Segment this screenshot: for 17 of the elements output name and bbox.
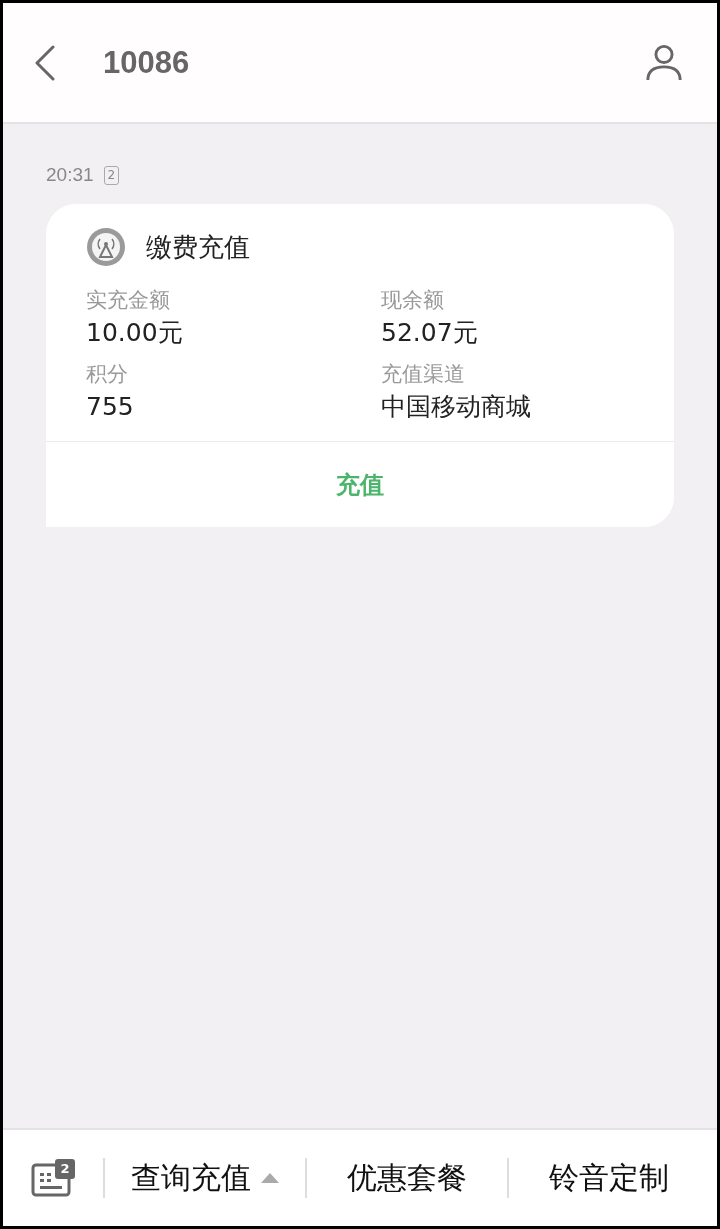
field-value: 755: [86, 391, 135, 423]
sim-badge: 2: [103, 165, 120, 185]
card-title: 缴费充值: [146, 230, 250, 264]
message-time: 20:31: [46, 164, 94, 186]
field-value: 中国移动商城: [381, 391, 532, 423]
field-label: 实充金额: [86, 287, 171, 314]
field-label: 积分: [86, 361, 129, 388]
back-icon[interactable]: [33, 44, 57, 81]
person-icon[interactable]: [645, 42, 683, 83]
sim-number: 2: [59, 1160, 71, 1178]
keyboard-sim-icon[interactable]: [31, 1159, 75, 1197]
field-label: 现余额: [381, 287, 445, 314]
field-value: 10.00元: [86, 317, 184, 349]
field-label: 充值渠道: [381, 361, 466, 388]
antenna-icon: [86, 227, 126, 267]
contact-number: 10086: [103, 44, 191, 81]
field-value: 52.07元: [381, 317, 479, 349]
